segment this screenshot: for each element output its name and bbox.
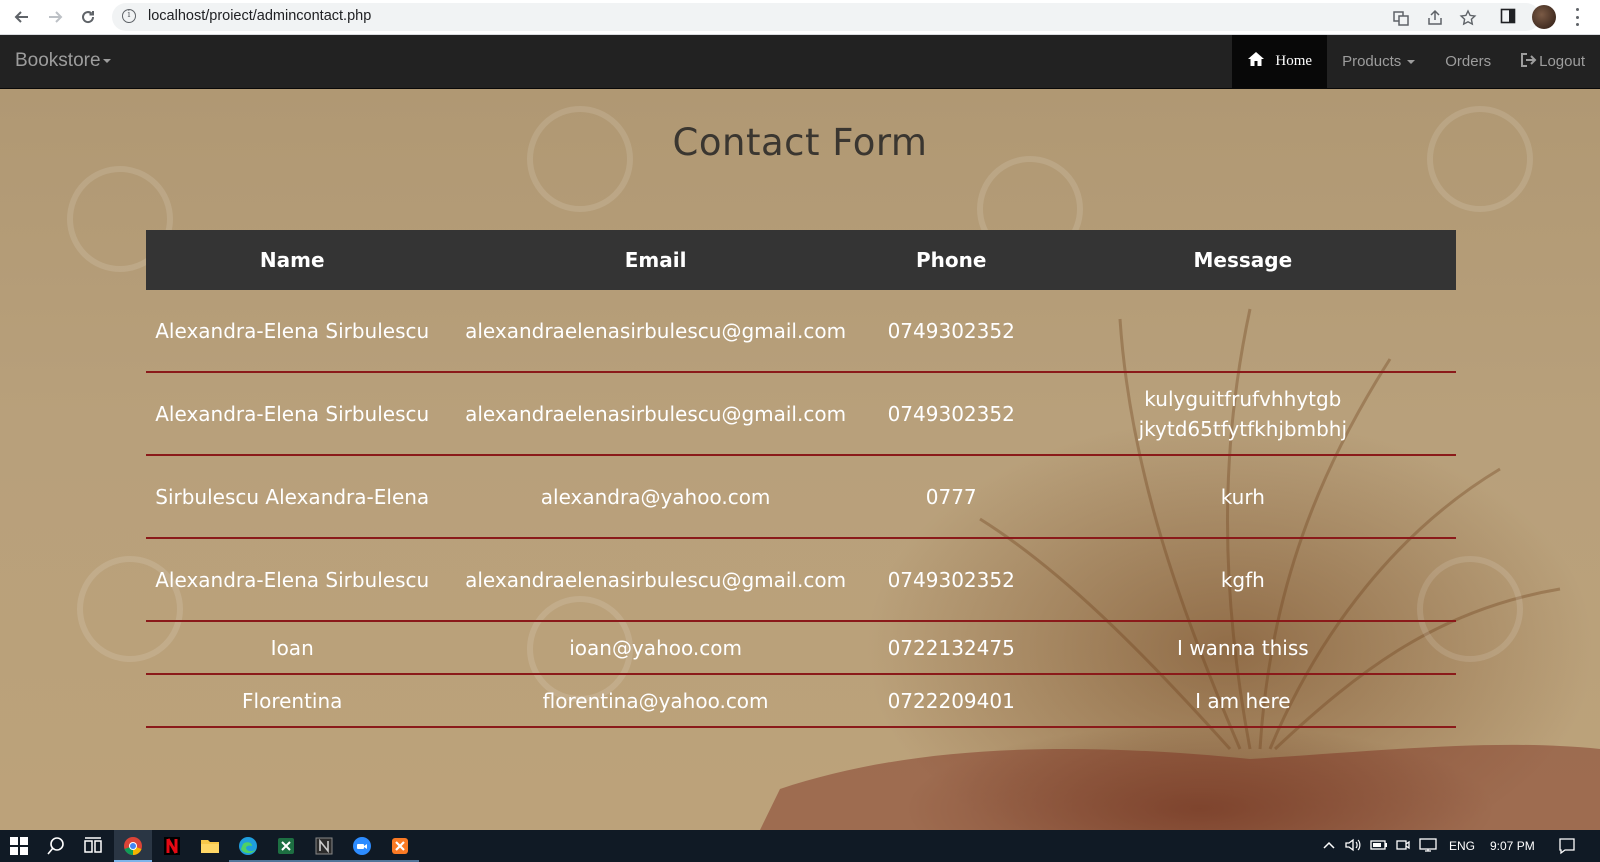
brand-dropdown[interactable]: Bookstore — [15, 50, 111, 72]
nav-products-label: Products — [1342, 53, 1402, 70]
windows-taskbar: ENG 9:07 PM — [0, 830, 1600, 862]
nav-home[interactable]: Home — [1232, 35, 1328, 88]
cell-message: kulyguitfrufvhhytgb jkytd65tfytfkhjbmbhj — [1029, 372, 1456, 456]
site-navbar: Bookstore Home Products Orders Logout — [0, 35, 1600, 89]
notion-icon[interactable] — [314, 836, 334, 856]
cell-email: alexandra@yahoo.com — [438, 455, 873, 539]
cell-phone: 0749302352 — [872, 372, 1030, 456]
caret-down-icon — [1407, 59, 1416, 64]
contacts-table: Name Email Phone Message Alexandra-Elena… — [146, 230, 1456, 728]
table-row: Florentina florentina@yahoo.com 07222094… — [146, 674, 1456, 728]
chevron-up-icon[interactable] — [1321, 837, 1341, 857]
profile-avatar[interactable] — [1532, 5, 1556, 29]
page-title: Contact Form — [672, 121, 928, 164]
reload-icon[interactable] — [77, 6, 99, 28]
chrome-icon[interactable] — [123, 836, 143, 856]
search-icon[interactable] — [46, 836, 66, 856]
home-icon — [1247, 51, 1265, 72]
table-row: Alexandra-Elena Sirbulescu alexandraelen… — [146, 290, 1456, 373]
cell-name: Alexandra-Elena Sirbulescu — [146, 538, 439, 622]
table-header-row: Name Email Phone Message — [146, 230, 1456, 290]
netflix-icon[interactable] — [162, 836, 182, 856]
column-header-phone: Phone — [915, 248, 987, 272]
network-icon[interactable] — [1419, 837, 1439, 857]
volume-icon[interactable] — [1344, 837, 1364, 857]
cell-email: alexandraelenasirbulescu@gmail.com — [438, 290, 873, 373]
windows-start-icon[interactable] — [9, 836, 29, 856]
nav-home-label: Home — [1275, 53, 1313, 69]
translate-icon[interactable] — [1392, 9, 1410, 27]
cell-message — [1029, 290, 1456, 373]
zoom-icon[interactable] — [352, 836, 372, 856]
column-header-name: Name — [259, 248, 325, 272]
cell-phone: 0777 — [872, 455, 1030, 539]
cell-phone: 0722132475 — [872, 621, 1030, 675]
nav-logout-label: Logout — [1539, 53, 1585, 70]
cell-phone: 0749302352 — [872, 290, 1030, 373]
address-bar[interactable]: i localhost/proiect/admincontact.php — [112, 3, 1540, 31]
nav-orders-label: Orders — [1445, 53, 1492, 70]
notifications-icon[interactable] — [1558, 837, 1578, 857]
forward-icon[interactable] — [44, 6, 66, 28]
side-panel-icon[interactable] — [1500, 8, 1518, 26]
brand-label: Bookstore — [15, 50, 101, 71]
nav-menu: Home Products Orders Logout — [1232, 35, 1600, 88]
caret-down-icon — [102, 58, 111, 63]
table-row: Sirbulescu Alexandra-Elena alexandra@yah… — [146, 455, 1456, 539]
battery-icon[interactable] — [1370, 837, 1390, 857]
cell-email: ioan@yahoo.com — [438, 621, 873, 675]
meet-now-icon[interactable] — [1395, 837, 1415, 857]
cell-name: Florentina — [146, 674, 439, 728]
table-row: Alexandra-Elena Sirbulescu alexandraelen… — [146, 372, 1456, 456]
cell-email: alexandraelenasirbulescu@gmail.com — [438, 372, 873, 456]
clock[interactable]: 9:07 PM — [1490, 839, 1535, 853]
cell-message: kurh — [1029, 455, 1456, 539]
cell-email: florentina@yahoo.com — [438, 674, 873, 728]
bookmark-star-icon[interactable] — [1459, 9, 1477, 27]
cell-name: Alexandra-Elena Sirbulescu — [146, 372, 439, 456]
cell-name: Sirbulescu Alexandra-Elena — [146, 455, 439, 539]
table-row: Alexandra-Elena Sirbulescu alexandraelen… — [146, 538, 1456, 622]
page-background: Contact Form Name Email Phone Message Al… — [0, 89, 1600, 830]
column-header-message: Message — [1193, 248, 1293, 272]
xampp-icon[interactable] — [390, 836, 410, 856]
file-explorer-icon[interactable] — [200, 836, 220, 856]
cell-phone: 0749302352 — [872, 538, 1030, 622]
browser-menu-icon[interactable] — [1574, 6, 1580, 28]
url-text[interactable]: localhost/proiect/admincontact.php — [148, 8, 371, 24]
task-view-icon[interactable] — [83, 836, 103, 856]
cell-message: kgfh — [1029, 538, 1456, 622]
column-header-email: Email — [624, 248, 687, 272]
share-icon[interactable] — [1426, 9, 1444, 27]
back-icon[interactable] — [11, 6, 33, 28]
cell-name: Ioan — [146, 621, 439, 675]
cell-message: I wanna thiss — [1029, 621, 1456, 675]
cell-phone: 0722209401 — [872, 674, 1030, 728]
site-info-icon[interactable]: i — [122, 9, 136, 23]
nav-products[interactable]: Products — [1327, 35, 1430, 88]
browser-toolbar: i localhost/proiect/admincontact.php — [0, 0, 1600, 35]
nav-orders[interactable]: Orders — [1430, 35, 1506, 88]
language-indicator[interactable]: ENG — [1449, 839, 1475, 853]
logout-icon — [1521, 52, 1537, 71]
cell-name: Alexandra-Elena Sirbulescu — [146, 290, 439, 373]
excel-icon[interactable] — [276, 836, 296, 856]
cell-email: alexandraelenasirbulescu@gmail.com — [438, 538, 873, 622]
cell-message: I am here — [1029, 674, 1456, 728]
nav-logout[interactable]: Logout — [1506, 35, 1600, 88]
edge-icon[interactable] — [238, 836, 258, 856]
table-row: Ioan ioan@yahoo.com 0722132475 I wanna t… — [146, 621, 1456, 675]
